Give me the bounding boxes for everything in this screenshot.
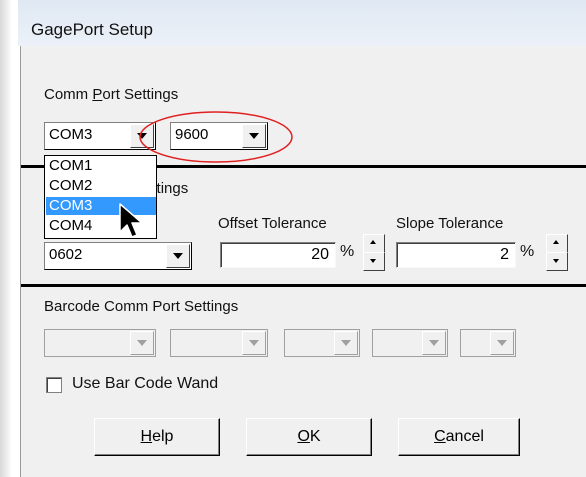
use-barcode-wand-checkbox[interactable] (46, 377, 62, 393)
slope-percent-sign: % (520, 243, 535, 260)
comm-port-section-label: Comm Port Settings (44, 86, 179, 103)
spin-down-icon[interactable] (546, 252, 568, 271)
chevron-down-icon[interactable] (422, 331, 446, 355)
offset-tolerance-label: Offset Tolerance (218, 215, 327, 232)
slope-tolerance-input[interactable]: 2 (396, 242, 516, 268)
barcode-section-label: Barcode Comm Port Settings (44, 298, 239, 315)
offset-tolerance-value: 20 (311, 246, 329, 263)
size-value: 0602 (49, 246, 83, 263)
size-select[interactable]: 0602 (44, 242, 192, 270)
offset-percent-sign: % (340, 243, 355, 260)
spin-up-icon[interactable] (546, 234, 568, 253)
barcode-baud-select[interactable] (170, 329, 268, 357)
cancel-button[interactable]: Cancel (398, 418, 520, 456)
offset-spinner[interactable] (363, 234, 385, 271)
annotation-circle (139, 111, 293, 163)
help-button[interactable]: Help (94, 418, 220, 456)
offset-tolerance-input[interactable]: 20 (220, 242, 336, 268)
chevron-down-icon[interactable] (490, 331, 514, 355)
background-shadow (0, 0, 12, 477)
chevron-down-icon[interactable] (166, 244, 190, 268)
barcode-databits-select[interactable] (372, 329, 448, 357)
chevron-down-icon[interactable] (242, 331, 266, 355)
chevron-down-icon[interactable] (334, 331, 358, 355)
window-title: GagePort Setup (31, 20, 153, 39)
section-divider (21, 284, 586, 287)
mouse-cursor-icon (119, 203, 143, 238)
dropdown-option-com1[interactable]: COM1 (46, 157, 156, 175)
chevron-down-icon[interactable] (130, 331, 154, 355)
barcode-parity-select[interactable] (284, 329, 360, 357)
comm-port-value: COM3 (49, 126, 93, 143)
barcode-stopbits-select[interactable] (460, 329, 516, 357)
ok-button[interactable]: OK (246, 418, 372, 456)
spin-down-icon[interactable] (363, 252, 385, 271)
spin-up-icon[interactable] (363, 234, 385, 253)
use-barcode-wand-label[interactable]: Use Bar Code Wand (72, 375, 218, 393)
slope-tolerance-label: Slope Tolerance (396, 215, 504, 232)
slope-spinner[interactable] (546, 234, 568, 271)
slope-tolerance-value: 2 (500, 246, 509, 263)
barcode-port-select[interactable] (44, 329, 156, 357)
dropdown-option-com2[interactable]: COM2 (46, 177, 156, 195)
